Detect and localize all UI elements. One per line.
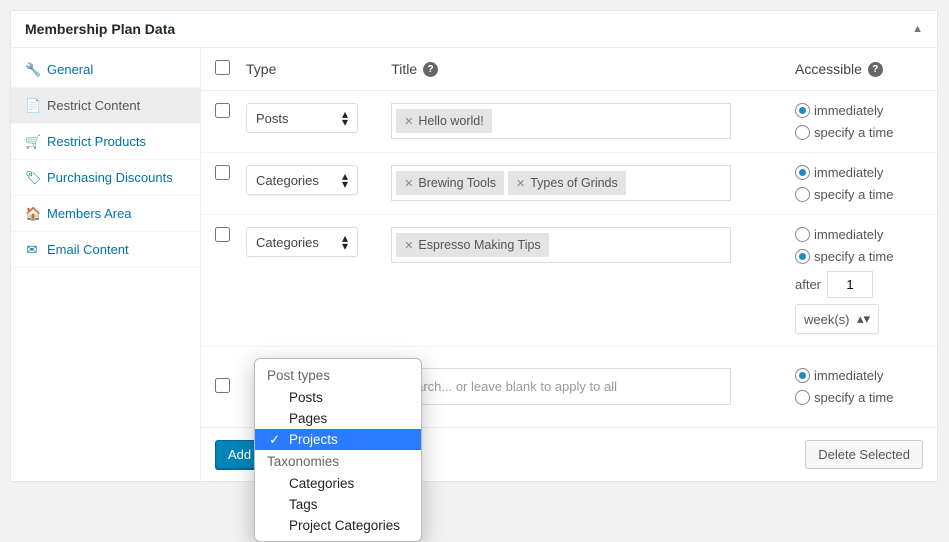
radio-immediately[interactable] xyxy=(795,227,810,242)
tag-label: Types of Grinds xyxy=(530,176,618,190)
radio-immediately[interactable] xyxy=(795,368,810,383)
tag: ✕ Hello world! xyxy=(396,109,492,133)
sidebar-item-label: Restrict Content xyxy=(47,98,140,113)
sidebar-item-general[interactable]: 🔧 General xyxy=(11,52,200,88)
tag-remove-icon[interactable]: ✕ xyxy=(516,177,525,190)
help-icon[interactable]: ? xyxy=(423,62,438,77)
select-all-checkbox[interactable] xyxy=(215,60,230,75)
type-select-value: Categories xyxy=(256,235,319,250)
type-select[interactable]: Posts ▴▾ xyxy=(246,103,358,133)
mail-icon: ✉ xyxy=(25,243,39,256)
after-value-input[interactable] xyxy=(827,271,873,298)
type-select-value: Categories xyxy=(256,173,319,188)
dropdown-option-tags[interactable]: Tags xyxy=(255,494,421,515)
sidebar-item-restrict-content[interactable]: 📄 Restrict Content xyxy=(11,88,200,124)
tag-label: Hello world! xyxy=(418,114,483,128)
caret-icon: ▴▾ xyxy=(342,110,348,126)
radio-label: specify a time xyxy=(814,125,893,140)
tag-remove-icon[interactable]: ✕ xyxy=(404,239,413,252)
delete-selected-button[interactable]: Delete Selected xyxy=(805,440,923,469)
dropdown-option-categories[interactable]: Categories xyxy=(255,473,421,494)
tag-label: Espresso Making Tips xyxy=(418,238,540,252)
tag: ✕ Espresso Making Tips xyxy=(396,233,549,257)
radio-label: immediately xyxy=(814,368,883,383)
type-select[interactable]: Categories ▴▾ xyxy=(246,165,358,195)
panel-header: Membership Plan Data ▲ xyxy=(11,11,937,48)
title-tag-input[interactable]: ✕ Hello world! xyxy=(391,103,731,139)
radio-specify-time[interactable] xyxy=(795,249,810,264)
help-icon[interactable]: ? xyxy=(868,62,883,77)
row-checkbox[interactable] xyxy=(215,227,230,242)
sidebar-item-email-content[interactable]: ✉ Email Content xyxy=(11,232,200,268)
dropdown-group-label: Taxonomies xyxy=(255,450,421,473)
dropdown-group-label: Post types xyxy=(255,364,421,387)
after-unit-select[interactable]: week(s) ▴▾ xyxy=(795,304,879,334)
tag: ✕ Brewing Tools xyxy=(396,171,504,195)
type-select-value: Posts xyxy=(256,111,289,126)
radio-immediately[interactable] xyxy=(795,165,810,180)
radio-label: specify a time xyxy=(814,249,893,264)
sidebar-item-purchasing-discounts[interactable]: 🏷 Purchasing Discounts xyxy=(11,160,200,196)
radio-specify-time[interactable] xyxy=(795,125,810,140)
table-row: Categories ▴▾ ✕ Espresso Making Tips xyxy=(201,215,937,347)
row-checkbox[interactable] xyxy=(215,378,230,393)
caret-icon: ▴▾ xyxy=(342,172,348,188)
sidebar-tabs: 🔧 General 📄 Restrict Content 🛒 Restrict … xyxy=(11,48,201,481)
tag-icon: 🏷 xyxy=(25,171,39,184)
sidebar-item-members-area[interactable]: 🏠 Members Area xyxy=(11,196,200,232)
row-checkbox[interactable] xyxy=(215,165,230,180)
radio-label: specify a time xyxy=(814,187,893,202)
sidebar-item-label: Restrict Products xyxy=(47,134,146,149)
table-row: Posts ▴▾ ✕ Hello world! xyxy=(201,91,937,153)
cart-icon: 🛒 xyxy=(25,135,39,148)
membership-plan-panel: Membership Plan Data ▲ 🔧 General 📄 Restr… xyxy=(10,10,938,482)
sidebar-item-label: Email Content xyxy=(47,242,129,257)
document-icon: 📄 xyxy=(25,99,39,112)
sidebar-item-label: General xyxy=(47,62,93,77)
rules-content: Type Title ? Accessible ? xyxy=(201,48,937,481)
radio-label: immediately xyxy=(814,103,883,118)
radio-label: specify a time xyxy=(814,390,893,405)
radio-immediately[interactable] xyxy=(795,103,810,118)
row-checkbox[interactable] xyxy=(215,103,230,118)
title-tag-input[interactable]: ✕ Brewing Tools ✕ Types of Grinds xyxy=(391,165,731,201)
sidebar-item-label: Members Area xyxy=(47,206,132,221)
tag: ✕ Types of Grinds xyxy=(508,171,626,195)
tag-placeholder: Search... or leave blank to apply to all xyxy=(396,373,621,400)
radio-specify-time[interactable] xyxy=(795,187,810,202)
after-label: after xyxy=(795,277,821,292)
dropdown-option-projects[interactable]: Projects xyxy=(255,429,421,450)
caret-icon: ▴▾ xyxy=(857,311,870,327)
dropdown-option-project-categories[interactable]: Project Categories xyxy=(255,515,421,536)
wrench-icon: 🔧 xyxy=(25,63,39,76)
radio-specify-time[interactable] xyxy=(795,390,810,405)
sidebar-item-restrict-products[interactable]: 🛒 Restrict Products xyxy=(11,124,200,160)
radio-label: immediately xyxy=(814,165,883,180)
tag-remove-icon[interactable]: ✕ xyxy=(404,177,413,190)
title-tag-input[interactable]: ✕ Espresso Making Tips xyxy=(391,227,731,263)
dropdown-option-pages[interactable]: Pages xyxy=(255,408,421,429)
sidebar-item-label: Purchasing Discounts xyxy=(47,170,173,185)
panel-title: Membership Plan Data xyxy=(25,21,175,37)
type-select[interactable]: Categories ▴▾ xyxy=(246,227,358,257)
col-title: Title xyxy=(391,61,417,77)
unit-select-value: week(s) xyxy=(804,312,850,327)
table-row: Categories ▴▾ ✕ Brewing Tools xyxy=(201,153,937,215)
col-type: Type xyxy=(238,48,383,91)
dropdown-option-posts[interactable]: Posts xyxy=(255,387,421,408)
home-icon: 🏠 xyxy=(25,207,39,220)
type-dropdown-popover: Post types Posts Pages Projects Taxonomi… xyxy=(254,358,422,542)
radio-label: immediately xyxy=(814,227,883,242)
tag-remove-icon[interactable]: ✕ xyxy=(404,115,413,128)
col-accessible: Accessible xyxy=(795,61,862,77)
tag-label: Brewing Tools xyxy=(418,176,496,190)
title-tag-input[interactable]: Search... or leave blank to apply to all xyxy=(391,368,731,405)
collapse-icon[interactable]: ▲ xyxy=(912,23,923,35)
caret-icon: ▴▾ xyxy=(342,234,348,250)
